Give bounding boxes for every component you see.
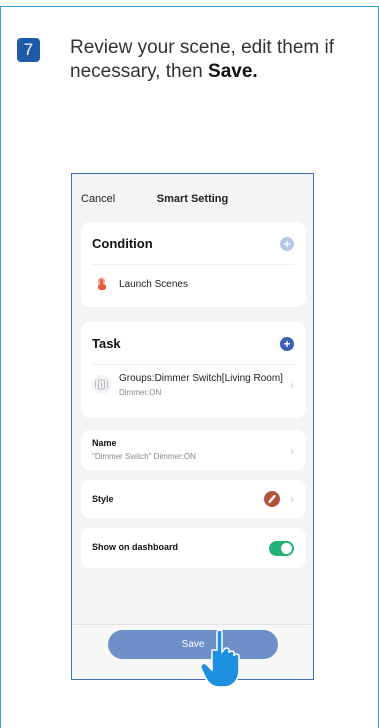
toggle-knob [281, 543, 292, 554]
dashboard-label: Show on dashboard [92, 542, 179, 552]
task-card: Task + Groups:Dimmer Switch[Living Room]… [81, 322, 306, 418]
task-title: Task [92, 336, 121, 351]
name-value: "Dimmer Switch" Dimmer:ON [92, 452, 196, 461]
style-card[interactable]: Style › [81, 480, 306, 518]
instruction-line2-prefix: necessary, then [70, 61, 209, 82]
condition-card: Condition + Launch Scenes [81, 222, 306, 307]
instruction-save-emphasis: Save. [208, 61, 258, 82]
style-label: Style [92, 494, 114, 504]
dimmer-switch-icon [92, 375, 111, 394]
dashboard-card: Show on dashboard [81, 528, 306, 568]
page-title: Smart Setting [156, 193, 229, 205]
add-condition-button[interactable]: + [280, 237, 294, 251]
name-chevron-icon: › [290, 444, 294, 458]
style-icon [264, 491, 280, 507]
dashboard-toggle[interactable] [269, 541, 294, 556]
task-item-title[interactable]: Groups:Dimmer Switch[Living Room] [119, 373, 283, 384]
task-chevron-icon: › [290, 378, 294, 392]
name-card[interactable]: Name "Dimmer Switch" Dimmer:ON › [81, 430, 306, 470]
style-chevron-icon: › [290, 492, 294, 506]
phone-screen: Cancel Smart Setting Condition + Launch … [71, 173, 314, 680]
condition-launch-scenes[interactable]: Launch Scenes [119, 279, 188, 290]
instruction-line1: Review your scene, edit them if [70, 37, 335, 58]
nav-bar: Cancel Smart Setting [72, 174, 313, 222]
pointing-hand-icon [200, 629, 240, 688]
task-divider [92, 364, 295, 365]
task-item-subtitle: Dimmer:ON [119, 388, 162, 397]
condition-divider [92, 264, 295, 265]
step-number-badge: 7 [17, 38, 40, 62]
name-label: Name [92, 438, 117, 448]
instruction-text: Review your scene, edit them if necessar… [70, 36, 365, 84]
add-task-button[interactable]: + [280, 337, 294, 351]
condition-title: Condition [92, 236, 153, 251]
hand-tap-icon [98, 277, 106, 290]
